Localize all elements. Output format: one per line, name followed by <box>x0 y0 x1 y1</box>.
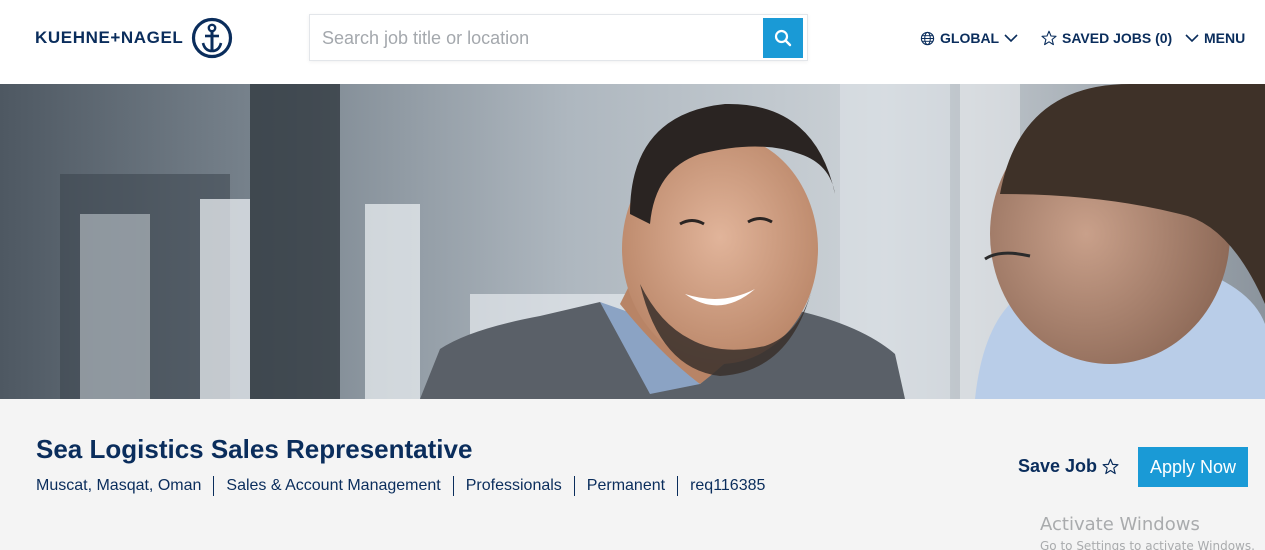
global-region-selector[interactable]: GLOBAL <box>915 27 1023 49</box>
job-location: Muscat, Masqat, Oman <box>36 477 202 494</box>
globe-icon <box>920 31 935 45</box>
star-icon <box>1102 458 1119 475</box>
job-search-box <box>309 14 808 61</box>
chevron-down-icon <box>1185 34 1199 43</box>
menu-label: MENU <box>1204 30 1246 46</box>
saved-jobs-label: SAVED JOBS (0) <box>1062 30 1173 46</box>
hero-image <box>0 84 1265 399</box>
apply-now-button[interactable]: Apply Now <box>1138 447 1248 487</box>
saved-jobs-link[interactable]: SAVED JOBS (0) <box>1036 27 1172 49</box>
watermark-line-1: Activate Windows <box>1040 514 1200 535</box>
job-requisition-id: req116385 <box>677 476 777 496</box>
hero-photo-illustration <box>0 84 1265 399</box>
chevron-down-icon <box>1004 34 1018 43</box>
anchor-icon <box>192 17 233 59</box>
job-level: Professionals <box>452 476 574 496</box>
job-meta-list: Muscat, Masqat, Oman Sales & Account Man… <box>36 476 777 496</box>
save-job-label: Save Job <box>1018 456 1098 476</box>
job-category: Sales & Account Management <box>213 476 452 496</box>
logo-text: KUEHNE+NAGEL <box>35 28 184 47</box>
kuehne-nagel-logo[interactable]: KUEHNE+NAGEL <box>35 17 233 59</box>
windows-activation-watermark: Activate Windows Go to Settings to activ… <box>1040 514 1255 550</box>
job-title: Sea Logistics Sales Representative <box>36 434 473 464</box>
site-header: KUEHNE+NAGEL GLOBAL <box>0 0 1265 84</box>
watermark-line-2: Go to Settings to activate Windows. <box>1040 539 1255 550</box>
save-job-button[interactable]: Save Job <box>1018 456 1119 477</box>
job-header-band: Sea Logistics Sales Representative Musca… <box>0 399 1265 550</box>
search-input[interactable] <box>322 23 762 53</box>
menu-button[interactable]: MENU <box>1185 27 1245 49</box>
global-label: GLOBAL <box>940 30 1000 46</box>
search-icon <box>774 29 792 47</box>
star-icon <box>1041 30 1057 46</box>
search-button[interactable] <box>763 18 803 58</box>
job-type: Permanent <box>573 476 677 496</box>
